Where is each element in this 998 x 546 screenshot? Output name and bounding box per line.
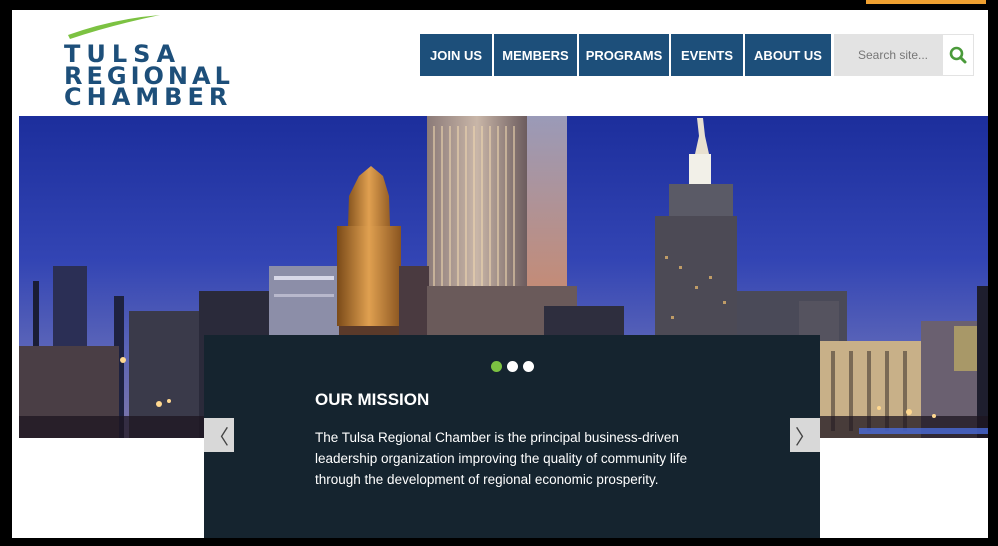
nav-events[interactable]: EVENTS (671, 34, 743, 76)
page-frame: TULSA REGIONAL CHAMBER JOIN US MEMBERS P… (12, 10, 988, 538)
nav-members[interactable]: MEMBERS (494, 34, 577, 76)
chevron-right-icon: 〉 (795, 426, 815, 449)
nav-about-us[interactable]: ABOUT US (745, 34, 831, 76)
logo[interactable]: TULSA REGIONAL CHAMBER (62, 15, 230, 110)
mission-title: OUR MISSION (315, 390, 430, 409)
top-accent-strip (866, 0, 986, 4)
nav-join-us[interactable]: JOIN US (420, 34, 492, 76)
search-button[interactable] (943, 35, 973, 75)
carousel-next-button[interactable]: 〉 (790, 418, 820, 452)
nav-programs[interactable]: PROGRAMS (579, 34, 669, 76)
carousel-dot-2[interactable] (507, 361, 518, 372)
carousel-dot-1[interactable] (491, 361, 502, 372)
mission-panel: OUR MISSION The Tulsa Regional Chamber i… (204, 335, 820, 538)
carousel-dots (491, 361, 534, 372)
search-input[interactable] (834, 35, 934, 75)
search-icon (949, 46, 967, 64)
search-box (834, 34, 974, 76)
logo-text-chamber: CHAMBER (64, 83, 233, 111)
carousel-dot-3[interactable] (523, 361, 534, 372)
mission-text: The Tulsa Regional Chamber is the princi… (315, 430, 688, 487)
main-nav: JOIN US MEMBERS PROGRAMS EVENTS ABOUT US (420, 34, 833, 76)
carousel-prev-button[interactable]: 〈 (204, 418, 234, 452)
chevron-left-icon: 〈 (209, 426, 229, 449)
